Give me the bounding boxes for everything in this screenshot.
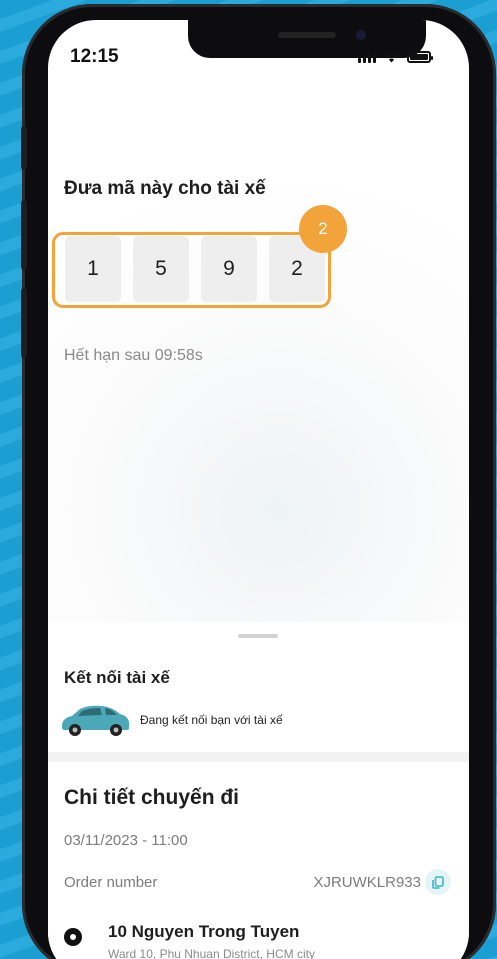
sheet-drag-handle[interactable]: [238, 634, 278, 638]
code-digit: 9: [201, 236, 257, 302]
mute-switch: [21, 126, 27, 170]
wifi-icon: [383, 50, 400, 63]
status-icons: [358, 50, 433, 63]
signal-icon: [358, 50, 376, 63]
location-pin-icon: [64, 928, 82, 946]
speaker: [278, 32, 336, 38]
pickup-address: 10 Nguyen Trong Tuyen: [108, 922, 300, 941]
pickup-address-detail: Ward 10, Phu Nhuan District, HCM city: [108, 947, 315, 959]
copy-icon: [432, 875, 444, 889]
step-badge: 2: [299, 205, 347, 253]
order-number-label: Order number: [64, 874, 158, 891]
battery-icon: [407, 50, 433, 63]
section-divider: [48, 752, 469, 762]
volume-up-button: [21, 200, 27, 270]
connect-title: Kết nối tài xế: [64, 668, 170, 687]
code-title: Đưa mã này cho tài xế: [64, 178, 266, 199]
phone-screen: 12:15 Đưa mã này cho tài xế 1 5 9 2 2 Hế…: [48, 20, 469, 959]
camera: [356, 30, 366, 40]
trip-datetime: 03/11/2023 - 11:00: [64, 832, 188, 849]
connect-status: Đang kết nối bạn với tài xế: [140, 713, 283, 727]
car-icon: [62, 705, 129, 736]
trip-details-title: Chi tiết chuyến đi: [64, 786, 240, 809]
bottom-sheet[interactable]: Kết nối tài xế Đang kết nối bạn với tài …: [48, 622, 469, 959]
order-number-value: XJRUWKLR933: [313, 874, 421, 891]
code-digit: 1: [65, 236, 121, 302]
volume-down-button: [21, 288, 27, 358]
code-digit: 5: [133, 236, 189, 302]
map-background: [48, 80, 469, 650]
copy-order-button[interactable]: [425, 869, 451, 895]
status-time: 12:15: [70, 46, 119, 67]
code-expiry-text: Hết hạn sau 09:58s: [64, 347, 203, 364]
